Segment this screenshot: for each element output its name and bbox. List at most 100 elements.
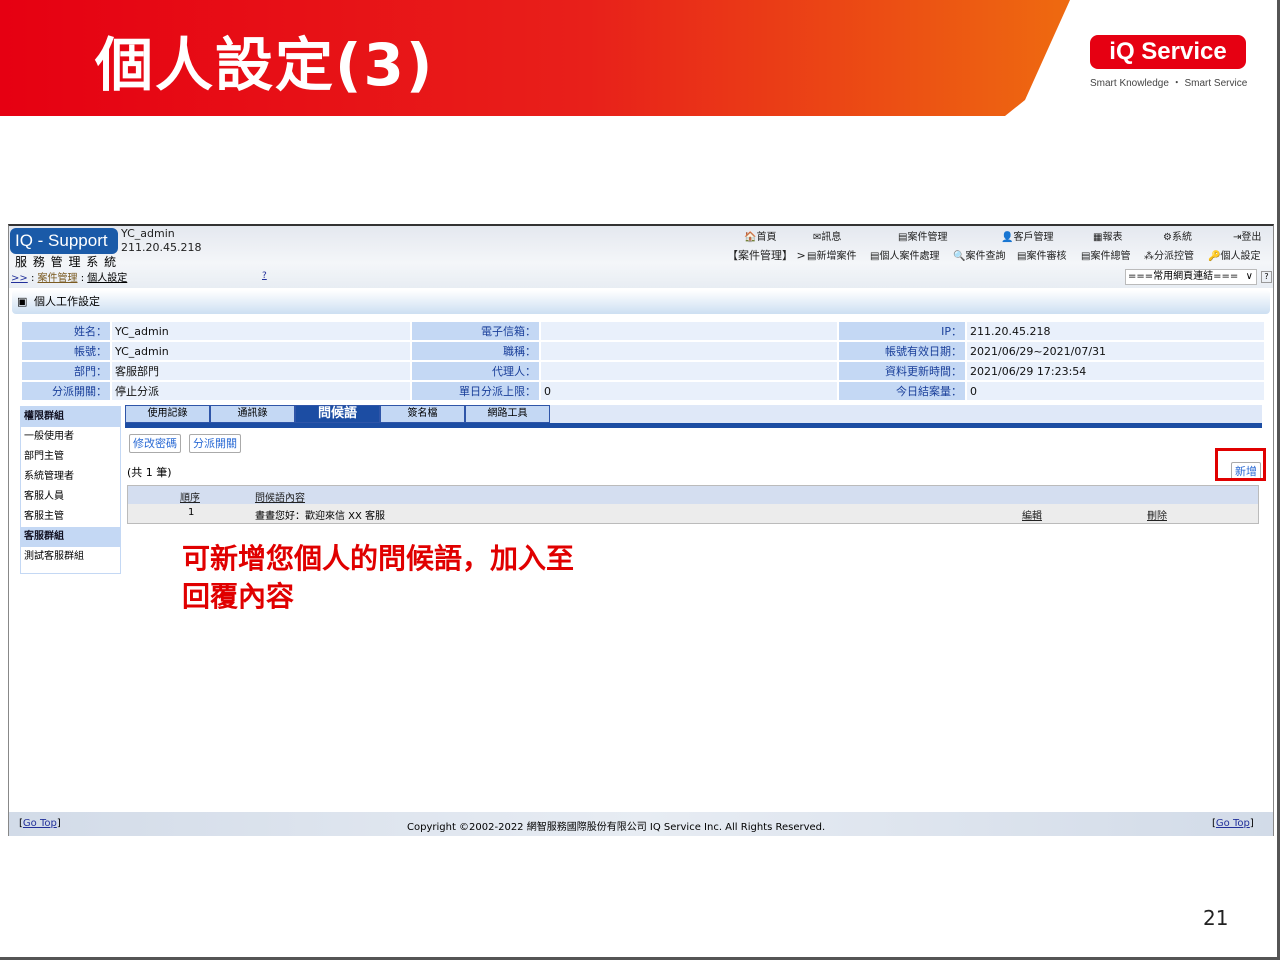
info-label: 代理人：	[412, 362, 539, 380]
sidebar: 權限群組 一般使用者 部門主管 系統管理者 客服人員 客服主管 客服群組 測試客…	[20, 406, 121, 574]
edit-link[interactable]: 編輯	[1022, 507, 1042, 522]
slide-title: 個人設定(3)	[95, 31, 435, 99]
logo-tagline: Smart Knowledge ・ Smart Service	[1090, 78, 1248, 89]
submenu-personal-settings[interactable]: 🔑個人設定	[1208, 247, 1260, 262]
info-value: 0	[541, 382, 837, 400]
annotation-text: 可新增您個人的問候語，加入至 回覆內容	[182, 540, 574, 616]
go-top-right[interactable]: [Go Top]	[1212, 818, 1254, 829]
tab-signature[interactable]: 簽名檔	[380, 405, 465, 423]
row-order: 1	[188, 507, 195, 518]
help-link[interactable]: ?	[262, 271, 267, 281]
info-row: 姓名： YC_admin 電子信箱： IP： 211.20.45.218	[22, 322, 1264, 340]
menu-reports[interactable]: ▦報表	[1093, 228, 1122, 243]
table-row: 1 晝晝您好：歡迎來信 XX 客服 編輯 刪除	[128, 504, 1258, 523]
menu-customer-mgmt[interactable]: 👤客戶管理	[1001, 228, 1053, 243]
submenu-case-review[interactable]: ▤案件審核	[1017, 247, 1066, 262]
go-top-left[interactable]: [Go Top]	[19, 818, 61, 829]
info-label: IP：	[839, 322, 965, 340]
info-value: 停止分派	[112, 382, 410, 400]
tab-greetings[interactable]: 問候語	[295, 405, 380, 423]
record-count: (共 1 筆)	[127, 466, 172, 479]
perm-group-header: 權限群組	[21, 407, 120, 427]
breadcrumb-sep: :	[30, 273, 35, 284]
help-icon[interactable]: ?	[1261, 271, 1272, 283]
breadcrumb-current: 個人設定	[87, 273, 128, 284]
delete-link[interactable]: 刪除	[1147, 507, 1167, 522]
info-value: 211.20.45.218	[967, 322, 1264, 340]
app-header: IQ - Support YC_admin 211.20.45.218 服 務 …	[9, 226, 1273, 288]
quick-links-select[interactable]: ===常用網頁連結=== ∨	[1125, 269, 1257, 285]
info-label: 姓名：	[22, 322, 110, 340]
user-info-table: 姓名： YC_admin 電子信箱： IP： 211.20.45.218 帳號： YC_ad…	[20, 320, 1266, 402]
info-label: 帳號有效日期：	[839, 342, 965, 360]
submenu-case-search[interactable]: 🔍案件查詢	[953, 247, 1005, 262]
header-content[interactable]: 問候語內容	[255, 489, 305, 504]
copyright: Copyright ©2002-2022 網智服務國際股份有限公司 IQ Ser…	[407, 822, 826, 833]
info-label: 職稱：	[412, 342, 539, 360]
info-label: 部門：	[22, 362, 110, 380]
info-row: 分派開關： 停止分派 單日分派上限： 0 今日結案量： 0	[22, 382, 1264, 400]
submenu-dispatch[interactable]: ⁂分派控管	[1144, 247, 1194, 262]
dispatch-switch-button[interactable]: 分派開關	[189, 434, 241, 453]
service-group-item: 測試客服群組	[24, 551, 84, 562]
info-value: 客服部門	[112, 362, 410, 380]
perm-item: 系統管理者	[24, 471, 74, 482]
system-name: 服 務 管 理 系 統	[15, 255, 118, 269]
menu-logout[interactable]: ⇥登出	[1233, 228, 1261, 243]
row-content: 晝晝您好：歡迎來信 XX 客服	[255, 511, 386, 522]
table-header: 順序 問候語內容	[128, 486, 1258, 504]
menu-messages[interactable]: ✉訊息	[813, 228, 841, 243]
info-value: YC_admin	[112, 322, 410, 340]
info-label: 今日結案量：	[839, 382, 965, 400]
menu-case-mgmt[interactable]: ▤案件管理	[898, 228, 947, 243]
tab-address-book[interactable]: 通訊錄	[210, 405, 295, 423]
greetings-table: 順序 問候語內容 1 晝晝您好：歡迎來信 XX 客服 編輯 刪除	[127, 485, 1259, 524]
info-label: 帳號：	[22, 342, 110, 360]
annotation-line: 回覆內容	[182, 580, 295, 613]
submenu-case-master[interactable]: ▤案件總管	[1081, 247, 1130, 262]
breadcrumb-sep: :	[80, 273, 85, 284]
info-value: 0	[967, 382, 1264, 400]
tab-network-tools[interactable]: 網路工具	[465, 405, 550, 423]
info-value	[541, 342, 837, 360]
tab-underline	[125, 423, 1262, 428]
menu-home[interactable]: 🏠首頁	[744, 228, 776, 243]
tab-bar: 使用記錄 通訊錄 問候語 簽名檔 網路工具	[125, 405, 1262, 423]
info-label: 分派開關：	[22, 382, 110, 400]
chevron-down-icon: ∨	[1245, 271, 1253, 282]
change-password-button[interactable]: 修改密碼	[129, 434, 181, 453]
app-footer: [Go Top] Copyright ©2002-2022 網智服務國際股份有限…	[9, 812, 1273, 836]
info-value: YC_admin	[112, 342, 410, 360]
submenu-personal-cases[interactable]: ▤個人案件處理	[870, 247, 939, 262]
breadcrumb-case-mgmt[interactable]: 案件管理	[38, 273, 78, 284]
info-label: 資料更新時間：	[839, 362, 965, 380]
iq-service-logo: iQ Service	[1090, 35, 1246, 69]
user-name: YC_admin	[121, 227, 175, 240]
info-row: 帳號： YC_admin 職稱： 帳號有效日期： 2021/06/29~2021/07/…	[22, 342, 1264, 360]
perm-item: 部門主管	[24, 451, 64, 462]
breadcrumb: >> : 案件管理 : 個人設定	[11, 269, 127, 284]
menu-system[interactable]: ⚙系統	[1163, 228, 1192, 243]
iq-support-logo: IQ - Support	[10, 228, 118, 254]
perm-item: 客服人員	[24, 491, 64, 502]
info-value: 2021/06/29 17:23:54	[967, 362, 1264, 380]
info-row: 部門： 客服部門 代理人： 資料更新時間： 2021/06/29 17:23:54	[22, 362, 1264, 380]
info-label: 單日分派上限：	[412, 382, 539, 400]
page-number: 21	[1203, 906, 1229, 930]
section-header: ▣ 個人工作設定	[12, 290, 1270, 314]
perm-item: 一般使用者	[24, 431, 74, 442]
submenu-prefix: 【案件管理】 >	[727, 249, 806, 262]
info-value	[541, 322, 837, 340]
annotation-line: 可新增您個人的問候語，加入至	[182, 542, 575, 575]
tab-usage-log[interactable]: 使用記錄	[125, 405, 210, 423]
info-value: 2021/06/29~2021/07/31	[967, 342, 1264, 360]
info-value	[541, 362, 837, 380]
app-screenshot: IQ - Support YC_admin 211.20.45.218 服 務 …	[8, 224, 1274, 836]
breadcrumb-home[interactable]: >>	[11, 273, 28, 284]
highlight-box	[1215, 448, 1266, 481]
submenu-new-case[interactable]: ▤新增案件	[807, 247, 856, 262]
info-label: 電子信箱：	[412, 322, 539, 340]
settings-icon: ▣	[17, 295, 28, 308]
perm-item: 客服主管	[24, 511, 64, 522]
header-order[interactable]: 順序	[180, 489, 200, 504]
